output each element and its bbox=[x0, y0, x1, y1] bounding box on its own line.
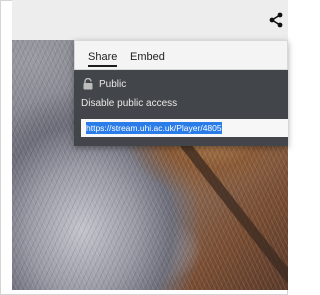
visibility-label: Public bbox=[99, 79, 127, 90]
disable-public-access-link[interactable]: Disable public access bbox=[81, 98, 177, 109]
lock-icon bbox=[83, 78, 93, 90]
share-popup-body: Public Disable public access https://str… bbox=[74, 70, 288, 146]
share-url-field[interactable]: https://stream.uhi.ac.uk/Player/4805 bbox=[81, 119, 288, 137]
tab-embed[interactable]: Embed bbox=[130, 51, 165, 63]
share-popup: Share Embed Public Disable public access… bbox=[74, 40, 288, 146]
share-icon[interactable] bbox=[268, 12, 284, 28]
player-toolbar bbox=[12, 0, 288, 41]
share-popup-tabs: Share Embed bbox=[74, 40, 288, 70]
tab-share[interactable]: Share bbox=[88, 51, 118, 67]
share-url-text: https://stream.uhi.ac.uk/Player/4805 bbox=[86, 122, 222, 134]
